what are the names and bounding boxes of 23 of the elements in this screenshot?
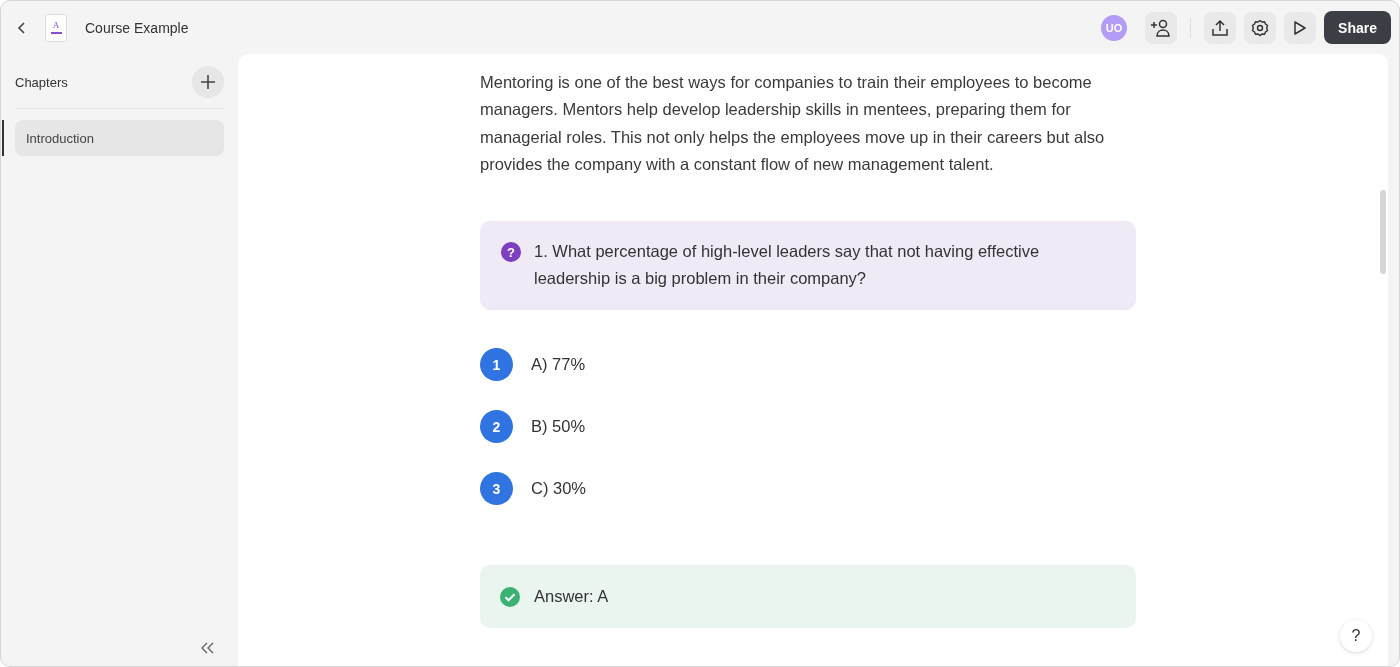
chapter-item[interactable]: Introduction <box>15 120 224 156</box>
scrollbar[interactable] <box>1380 190 1386 274</box>
settings-icon[interactable] <box>1244 11 1277 44</box>
export-icon[interactable] <box>1204 11 1237 44</box>
option-number: 3 <box>480 472 513 506</box>
add-chapter-icon[interactable] <box>192 66 224 98</box>
answer-text: Answer: A <box>534 587 609 607</box>
question-icon: ? <box>501 242 521 263</box>
document-title: Course Example <box>85 19 189 36</box>
option-label: B) 50% <box>531 417 586 437</box>
option-label: C) 30% <box>531 479 587 499</box>
play-icon[interactable] <box>1284 11 1317 44</box>
option-number: 2 <box>480 410 513 444</box>
option-number: 1 <box>480 348 513 382</box>
chapters-heading: Chapters <box>15 74 68 90</box>
check-icon <box>500 586 520 607</box>
help-button[interactable]: ? <box>1340 620 1372 652</box>
body-paragraph: Mentoring is one of the best ways for companies to train their employees to become managers. Mentors help develop leadership skills in mentees, preparing them for managerial roles. This not only helps the employees move up in their careers but also provides the company with a constant flow of new management talent. <box>480 72 1106 175</box>
option-label: A) 77% <box>531 355 586 375</box>
document-icon: A <box>45 13 67 42</box>
add-user-icon[interactable] <box>1145 11 1178 44</box>
share-button[interactable]: Share <box>1324 11 1391 44</box>
question-text: 1. What percentage of high-level leaders say that not having effective leadership is a big problem in their company? <box>534 241 1041 290</box>
